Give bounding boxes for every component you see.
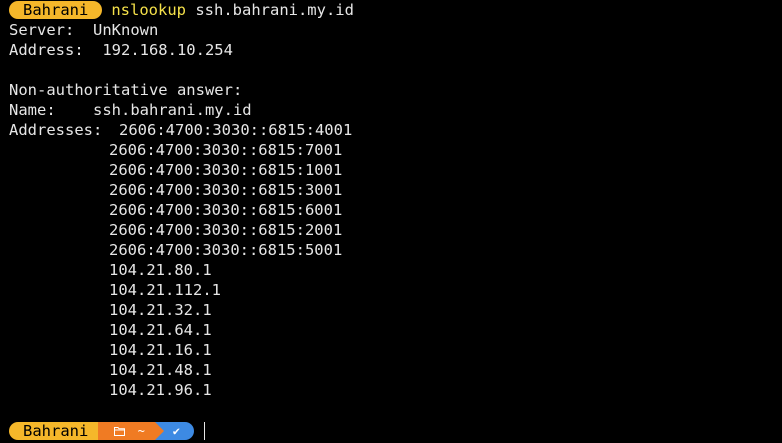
folder-icon (114, 422, 126, 440)
name-line: Name: ssh.bahrani.my.id (9, 101, 252, 119)
address-entry: 2606:4700:3030::6815:3001 (109, 181, 343, 199)
addresses-label: Addresses: (9, 121, 121, 139)
address-entry: 2606:4700:3030::6815:1001 (109, 161, 343, 179)
prompt-line-2: Bahrani ~ ✔ (9, 421, 206, 441)
command-name: nslookup (111, 1, 186, 19)
command-argument: ssh.bahrani.my.id (186, 1, 354, 19)
address-entry: 2606:4700:3030::6815:2001 (109, 221, 343, 239)
prompt-line-1: Bahrani nslookup ssh.bahrani.my.id (9, 0, 354, 20)
non-authoritative-line: Non-authoritative answer: (9, 81, 243, 99)
command-argument-text: ssh.bahrani.my.id (195, 1, 354, 19)
address-line: Address: 192.168.10.254 (9, 41, 233, 59)
address-entry: 2606:4700:3030::6815:4001 (119, 121, 353, 139)
address-entry: 104.21.16.1 (109, 341, 212, 359)
address-entry: 104.21.48.1 (109, 361, 212, 379)
server-line: Server: UnKnown (9, 21, 159, 39)
address-entry: 104.21.96.1 (109, 381, 212, 399)
prompt-path-segment: ~ (98, 422, 165, 440)
address-entry: 2606:4700:3030::6815:5001 (109, 241, 343, 259)
prompt-user-segment: Bahrani (9, 1, 103, 19)
address-entry: 104.21.80.1 (109, 261, 212, 279)
check-icon: ✔ (172, 424, 181, 438)
address-entry: 2606:4700:3030::6815:7001 (109, 141, 343, 159)
address-entry: 104.21.32.1 (109, 301, 212, 319)
prompt-user-segment: Bahrani (9, 422, 108, 440)
address-entry: 104.21.112.1 (109, 281, 221, 299)
prompt-path-text: ~ (137, 424, 145, 438)
terminal-window[interactable]: Bahrani nslookup ssh.bahrani.my.id Serve… (0, 0, 782, 443)
address-entry: 2606:4700:3030::6815:6001 (109, 201, 343, 219)
address-entry: 104.21.64.1 (109, 321, 212, 339)
text-cursor[interactable] (204, 422, 206, 440)
